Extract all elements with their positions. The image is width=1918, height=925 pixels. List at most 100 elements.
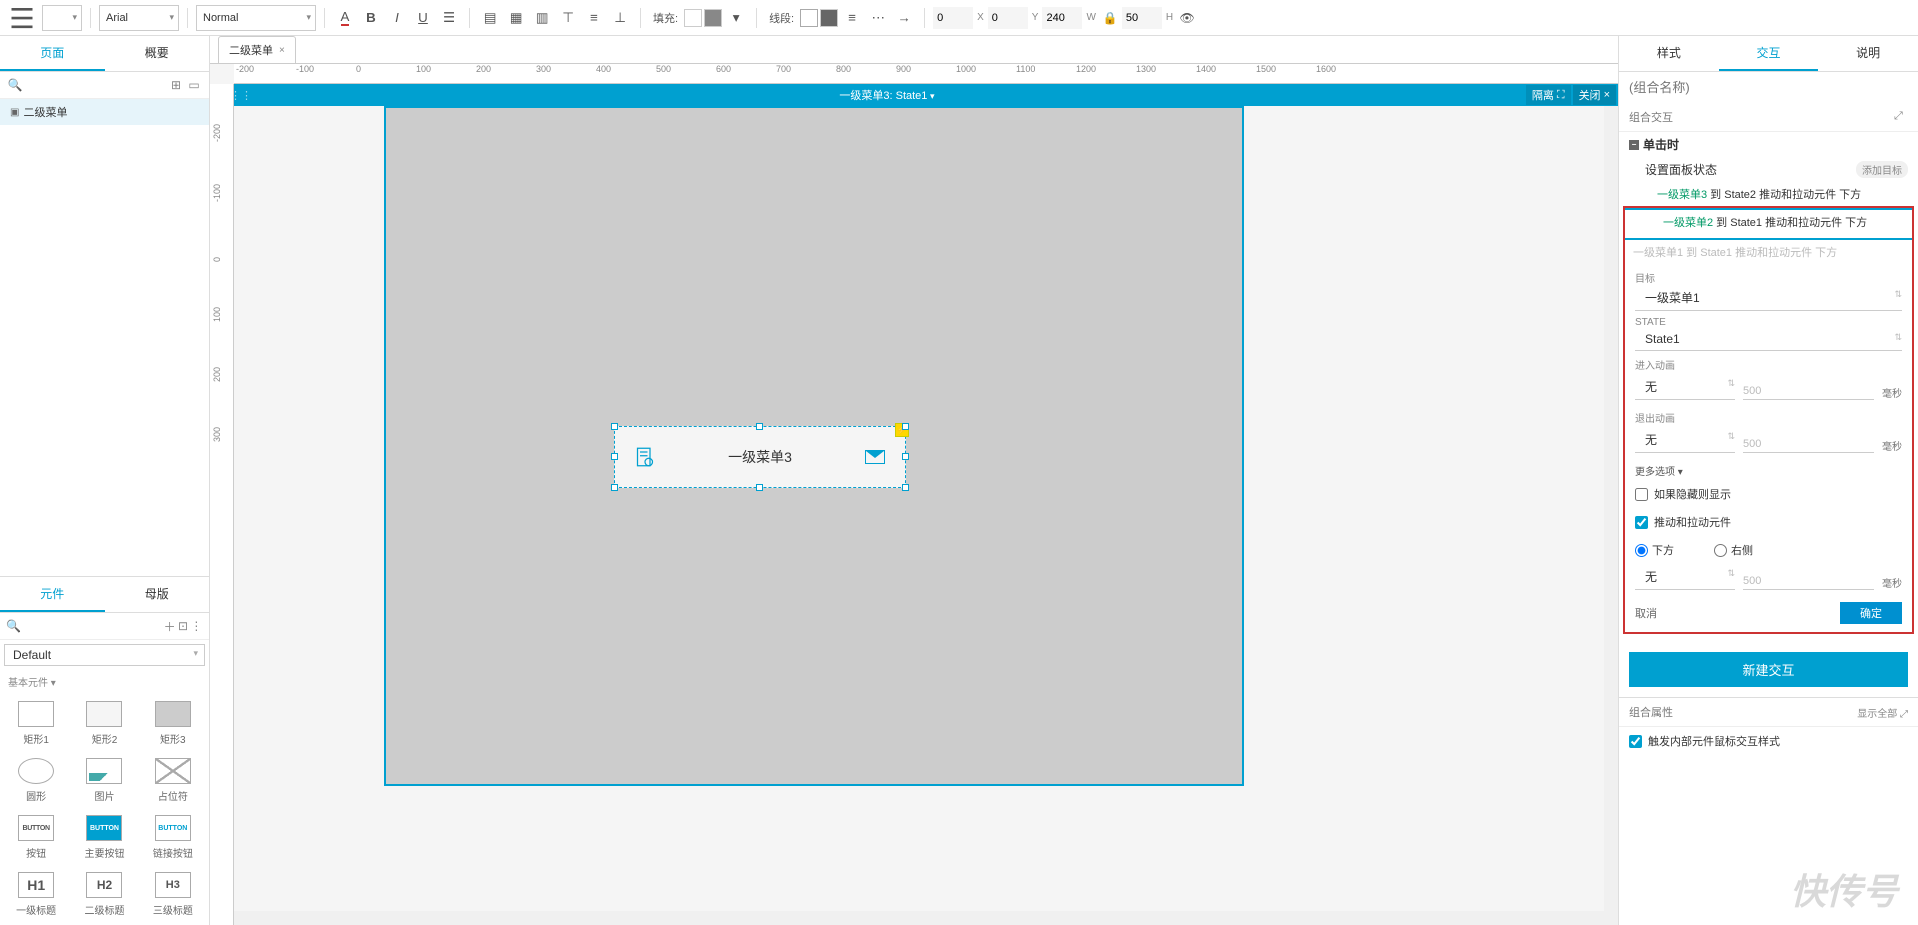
state-title[interactable]: 一级菜单3: State1 — [248, 87, 1526, 103]
group-name-input[interactable] — [1619, 72, 1918, 103]
checkbox-show-if-hidden[interactable]: 如果隐藏则显示 — [1625, 480, 1912, 508]
widget-item[interactable]: 矩形3 — [141, 697, 205, 750]
widget-item[interactable]: H2二级标题 — [72, 868, 136, 921]
align-right-icon[interactable]: ▥ — [530, 4, 554, 32]
target-select[interactable]: 一级菜单1 — [1635, 287, 1902, 311]
scrollbar-vertical[interactable] — [1604, 106, 1618, 925]
arrow-icon[interactable]: → — [892, 4, 916, 32]
search-icon: 🔍 — [6, 617, 21, 635]
bold-icon[interactable]: B — [359, 4, 383, 32]
target-line-1[interactable]: 一级菜单3 到 State2 推动和拉动元件 下方 — [1619, 182, 1918, 206]
anim-in-duration[interactable]: 500 — [1743, 383, 1874, 400]
tab-page[interactable]: 页面 — [0, 36, 105, 71]
canvas-tab-label: 二级菜单 — [229, 42, 273, 58]
menu-icon[interactable] — [4, 4, 40, 32]
widget-item[interactable]: 圆形 — [4, 754, 68, 807]
anim-in-select[interactable]: 无 — [1635, 376, 1735, 400]
page-icon: ▣ — [10, 107, 19, 118]
bullets-icon[interactable]: ☰ — [437, 4, 461, 32]
x-input[interactable] — [933, 7, 973, 29]
widget-item[interactable]: BUTTON按钮 — [4, 811, 68, 864]
widget-item[interactable]: 占位符 — [141, 754, 205, 807]
stroke-swatch-1[interactable] — [800, 9, 818, 27]
y-input[interactable] — [988, 7, 1028, 29]
left-panel: 页面 概要 🔍 ⊞ ▭ ▣ 二级菜单 元件 母版 🔍 — [0, 36, 210, 925]
widget-item[interactable]: 矩形2 — [72, 697, 136, 750]
valign-bot-icon[interactable]: ⊥ — [608, 4, 632, 32]
page-search-input[interactable] — [24, 79, 167, 91]
canvas-workspace[interactable]: 一级菜单3 ⚡ — [234, 106, 1618, 925]
push-duration[interactable]: 500 — [1743, 573, 1874, 590]
shape-text: 一级菜单3 — [675, 447, 845, 467]
checkbox-trigger-mouse[interactable]: 触发内部元件鼠标交互样式 — [1619, 727, 1918, 755]
stroke-weight-icon[interactable]: ≡ — [840, 4, 864, 32]
selected-shape[interactable]: 一级菜单3 ⚡ — [614, 426, 906, 488]
widget-item[interactable]: H1一级标题 — [4, 868, 68, 921]
widget-category[interactable]: 基本元件 ▾ — [0, 670, 209, 693]
push-anim-select[interactable]: 无 — [1635, 566, 1735, 590]
fill-more-icon[interactable]: ▾ — [724, 4, 748, 32]
h-input[interactable] — [1122, 7, 1162, 29]
radio-below[interactable]: 下方 — [1635, 542, 1674, 558]
scrollbar-horizontal[interactable] — [234, 911, 1604, 925]
action-node[interactable]: 设置面板状态 添加目标 — [1619, 157, 1918, 182]
page-tree-item[interactable]: ▣ 二级菜单 — [0, 99, 209, 125]
cancel-button[interactable]: 取消 — [1635, 605, 1657, 621]
font-color-icon[interactable]: A — [333, 4, 357, 32]
tab-style[interactable]: 样式 — [1619, 36, 1719, 71]
add-target-button[interactable]: 添加目标 — [1856, 161, 1908, 178]
underline-icon[interactable]: U — [411, 4, 435, 32]
new-interaction-button[interactable]: 新建交互 — [1629, 652, 1908, 687]
library-select[interactable]: Default — [4, 644, 205, 666]
anim-out-select[interactable]: 无 — [1635, 429, 1735, 453]
tab-masters[interactable]: 母版 — [105, 577, 210, 612]
state-select[interactable]: State1 — [1635, 330, 1902, 351]
widget-search-input[interactable] — [21, 620, 163, 632]
ok-button[interactable]: 确定 — [1840, 602, 1902, 624]
more-icon[interactable]: ⋮ — [190, 617, 203, 635]
lib-icon[interactable]: ⊡ — [176, 617, 189, 635]
isolate-button[interactable]: 隔离⛶ — [1526, 85, 1571, 105]
canvas-tab[interactable]: 二级菜单 × — [218, 36, 296, 63]
folder-icon[interactable]: ▭ — [185, 76, 203, 94]
font-size-dropdown[interactable]: Normal — [196, 5, 316, 31]
valign-top-icon[interactable]: ⊤ — [556, 4, 580, 32]
tab-interactions[interactable]: 交互 — [1719, 36, 1819, 71]
grip-icon[interactable]: ⋮⋮ — [234, 89, 248, 102]
align-left-icon[interactable]: ▤ — [478, 4, 502, 32]
tab-notes[interactable]: 说明 — [1818, 36, 1918, 71]
close-tab-icon[interactable]: × — [279, 45, 285, 56]
lock-aspect-icon[interactable]: 🔒 — [1100, 8, 1120, 28]
checkbox-push-pull[interactable]: 推动和拉动元件 — [1625, 508, 1912, 536]
show-all-button[interactable]: 显示全部 ⤢ — [1857, 705, 1908, 720]
stroke-style-icon[interactable]: ⋯ — [866, 4, 890, 32]
widget-item[interactable]: 图片 — [72, 754, 136, 807]
ruler-vertical: -200-1000100200300 — [210, 84, 234, 925]
w-input[interactable] — [1042, 7, 1082, 29]
anim-out-duration[interactable]: 500 — [1743, 436, 1874, 453]
action-description: 一级菜单1 到 State1 推动和拉动元件 下方 — [1625, 240, 1912, 264]
add-lib-icon[interactable]: ＋ — [163, 617, 176, 635]
widget-item[interactable]: BUTTON链接按钮 — [141, 811, 205, 864]
widget-item[interactable]: BUTTON主要按钮 — [72, 811, 136, 864]
event-node[interactable]: −单击时 — [1619, 132, 1918, 157]
add-page-icon[interactable]: ⊞ — [167, 76, 185, 94]
expand-icon[interactable]: ⤢ — [1894, 110, 1908, 124]
valign-mid-icon[interactable]: ≡ — [582, 4, 606, 32]
align-center-icon[interactable]: ▦ — [504, 4, 528, 32]
widget-item[interactable]: 矩形1 — [4, 697, 68, 750]
radio-right[interactable]: 右侧 — [1714, 542, 1753, 558]
italic-icon[interactable]: I — [385, 4, 409, 32]
target-line-2[interactable]: 一级菜单2 到 State1 推动和拉动元件 下方 — [1625, 208, 1912, 234]
widget-item[interactable]: H3三级标题 — [141, 868, 205, 921]
tab-widgets[interactable]: 元件 — [0, 577, 105, 612]
visibility-icon[interactable]: 👁 — [1177, 8, 1197, 28]
font-dropdown[interactable]: Arial — [99, 5, 179, 31]
more-options-toggle[interactable]: 更多选项 ▾ — [1625, 457, 1912, 480]
stroke-swatch-2[interactable] — [820, 9, 838, 27]
close-state-button[interactable]: 关闭× — [1573, 85, 1616, 105]
tab-outline[interactable]: 概要 — [105, 36, 210, 71]
fill-swatch-1[interactable] — [684, 9, 702, 27]
style-dropdown[interactable] — [42, 5, 82, 31]
fill-swatch-2[interactable] — [704, 9, 722, 27]
